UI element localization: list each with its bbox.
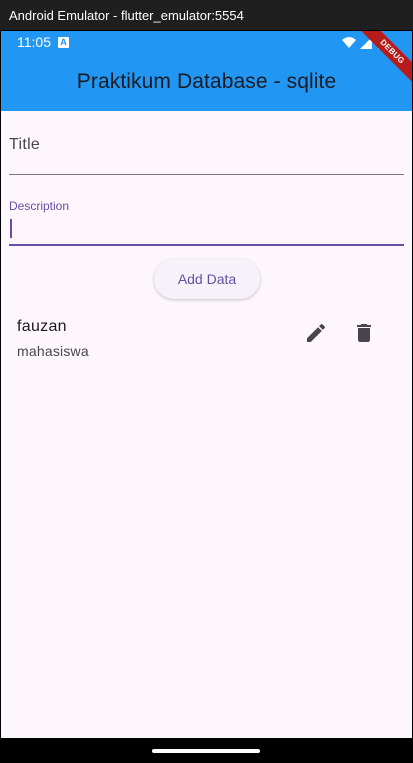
add-data-button[interactable]: Add Data <box>154 259 260 299</box>
title-field-label: Title <box>9 136 41 153</box>
emulator-device: 11:05 A Praktikum Database - sqlite DEBU… <box>0 30 413 763</box>
app-bar: Praktikum Database - sqlite <box>1 55 412 111</box>
edit-button[interactable] <box>304 321 328 345</box>
pencil-icon <box>307 323 326 342</box>
window-title: Android Emulator - flutter_emulator:5554 <box>9 7 244 23</box>
wifi-icon <box>342 37 356 48</box>
text-cursor <box>10 219 12 238</box>
status-time: 11:05 <box>17 34 51 50</box>
home-gesture-handle[interactable] <box>152 749 260 753</box>
list-item-title: fauzan <box>17 318 67 335</box>
window-titlebar: Android Emulator - flutter_emulator:5554 <box>0 0 413 30</box>
title-field[interactable]: Title <box>9 127 404 175</box>
description-field[interactable]: Description <box>9 193 404 246</box>
description-field-label: Description <box>9 199 70 213</box>
list-item-subtitle: mahasiswa <box>17 343 89 359</box>
app-screen: 11:05 A Praktikum Database - sqlite DEBU… <box>1 31 412 738</box>
status-bar: 11:05 A <box>1 31 412 55</box>
trash-icon <box>357 324 371 342</box>
list-item[interactable]: fauzan mahasiswa <box>1 313 412 369</box>
notification-icon: A <box>58 37 69 48</box>
app-bar-title: Praktikum Database - sqlite <box>76 70 337 93</box>
navigation-bar <box>0 739 413 763</box>
delete-button[interactable] <box>352 321 376 345</box>
